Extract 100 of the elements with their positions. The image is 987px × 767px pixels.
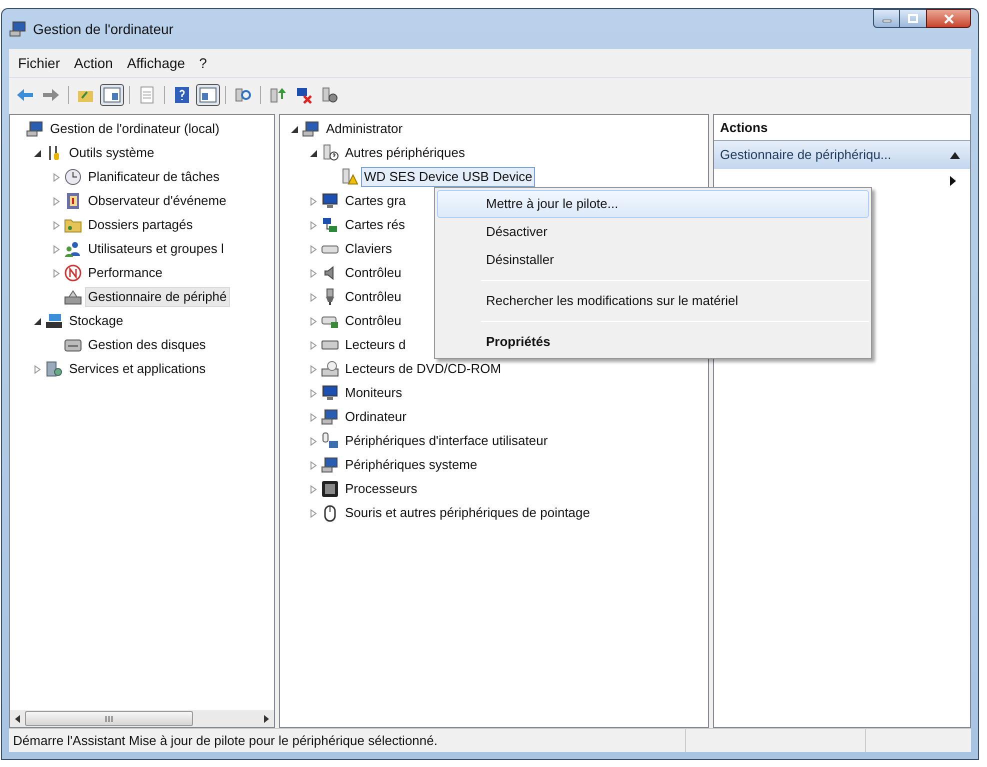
tree-item[interactable]: Lecteurs d <box>342 335 409 355</box>
collapsed-arrow-icon[interactable] <box>309 508 318 518</box>
drive-icon <box>321 340 339 350</box>
collapsed-arrow-icon[interactable] <box>309 388 318 398</box>
computer-icon <box>321 408 339 426</box>
collapsed-arrow-icon[interactable] <box>52 172 61 182</box>
warning-device-icon <box>340 168 358 186</box>
submenu-arrow-icon[interactable] <box>950 176 956 186</box>
pane-icon <box>103 86 121 104</box>
tree-item[interactable]: Claviers <box>342 239 395 259</box>
collapsed-arrow-icon[interactable] <box>309 220 318 230</box>
pane-icon <box>199 86 217 104</box>
scroll-left-icon[interactable] <box>14 714 21 722</box>
collapsed-arrow-icon[interactable] <box>309 484 318 494</box>
monitor-icon <box>321 384 339 402</box>
status-text: Démarre l'Assistant Mise à jour de pilote pour le périphérique sélectionné. <box>12 732 438 750</box>
tree-item[interactable]: Contrôleu <box>342 263 404 283</box>
input-device-icon <box>321 432 339 450</box>
maximize-icon <box>908 14 918 23</box>
tree-item[interactable]: Processeurs <box>342 479 420 499</box>
tree-item[interactable]: Contrôleu <box>342 311 404 331</box>
monitor-icon <box>321 192 339 210</box>
collapsed-arrow-icon[interactable] <box>309 460 318 470</box>
close-button[interactable] <box>926 9 971 28</box>
scroll-right-icon[interactable] <box>263 714 270 722</box>
menu-item[interactable]: Fichier <box>11 52 68 74</box>
expanded-arrow-icon[interactable] <box>290 124 299 134</box>
collapsed-arrow-icon[interactable] <box>52 220 61 230</box>
keyboard-icon <box>321 244 339 254</box>
tree-item[interactable]: Services et applications <box>66 359 209 379</box>
tree-item[interactable]: Administrator <box>323 119 406 139</box>
expanded-arrow-icon[interactable] <box>33 148 42 158</box>
section-title: Gestionnaire de périphériqu... <box>720 146 892 164</box>
context-menu-item[interactable]: Mettre à jour le pilote... <box>437 190 869 218</box>
close-icon <box>942 14 954 24</box>
context-menu-item[interactable]: Rechercher les modifications sur le matériel <box>437 287 869 315</box>
tree-item[interactable]: Souris et autres périphériques de pointage <box>342 503 593 523</box>
tree-item[interactable]: Observateur d'événeme <box>85 191 230 211</box>
toolbar-button[interactable] <box>100 84 124 106</box>
context-menu-item[interactable]: Désinstaller <box>437 246 869 274</box>
collapsed-arrow-icon[interactable] <box>309 340 318 350</box>
minimize-button[interactable] <box>873 9 900 28</box>
collapsed-arrow-icon[interactable] <box>309 244 318 254</box>
tree-item[interactable]: Cartes gra <box>342 191 409 211</box>
tree-item[interactable]: Périphériques d'interface utilisateur <box>342 431 551 451</box>
document-icon <box>138 86 156 104</box>
tree-item[interactable]: Planificateur de tâches <box>85 167 223 187</box>
collapsed-arrow-icon[interactable] <box>309 436 318 446</box>
context-menu-item[interactable]: Propriétés <box>437 328 869 356</box>
collapsed-arrow-icon[interactable] <box>52 196 61 206</box>
collapsed-arrow-icon[interactable] <box>309 364 318 374</box>
tree-item[interactable]: Stockage <box>66 311 126 331</box>
collapsed-arrow-icon[interactable] <box>309 268 318 278</box>
computer-icon <box>321 456 339 474</box>
help-icon <box>173 86 191 104</box>
tree-item[interactable]: WD SES Device USB Device <box>361 167 536 187</box>
context-menu-item[interactable]: Désactiver <box>437 218 869 246</box>
expanded-arrow-icon[interactable] <box>33 316 42 326</box>
horizontal-scrollbar[interactable] <box>10 710 274 727</box>
collapsed-arrow-icon[interactable] <box>33 364 42 374</box>
collapsed-arrow-icon[interactable] <box>309 292 318 302</box>
tree-item[interactable]: Utilisateurs et groupes l <box>85 239 227 259</box>
scroll-thumb[interactable] <box>25 711 193 726</box>
log-book-icon <box>64 192 82 210</box>
tree-item[interactable]: Autres périphériques <box>342 143 468 163</box>
tree-item[interactable]: Gestion de l'ordinateur (local) <box>47 119 222 139</box>
tree-item[interactable]: Gestionnaire de périphé <box>85 287 230 307</box>
tree-item[interactable]: Lecteurs de DVD/CD-ROM <box>342 359 504 379</box>
collapse-arrow-icon[interactable] <box>950 152 960 158</box>
users-icon <box>64 240 82 258</box>
unknown-device-icon <box>321 144 339 162</box>
computer-icon <box>26 120 44 138</box>
maximize-button[interactable] <box>900 9 926 28</box>
toolbar-button[interactable] <box>196 84 220 106</box>
menu-item[interactable]: Action <box>67 52 120 74</box>
tree-item[interactable]: Ordinateur <box>342 407 410 427</box>
storage-icon <box>45 312 63 330</box>
tree-item[interactable]: Performance <box>85 263 166 283</box>
collapsed-arrow-icon[interactable] <box>52 268 61 278</box>
tree-item[interactable]: Outils système <box>66 143 158 163</box>
update-driver-icon <box>269 86 287 104</box>
tree-item[interactable]: Moniteurs <box>342 383 406 403</box>
tree-item[interactable]: Gestion des disques <box>85 335 209 355</box>
tree-item[interactable]: Contrôleu <box>342 287 404 307</box>
expanded-arrow-icon[interactable] <box>309 148 318 158</box>
uninstall-icon <box>295 86 313 104</box>
collapsed-arrow-icon[interactable] <box>52 244 61 254</box>
tree-item[interactable]: Périphériques systeme <box>342 455 480 475</box>
network-icon <box>321 216 339 234</box>
collapsed-arrow-icon[interactable] <box>309 196 318 206</box>
menu-item[interactable]: ? <box>192 52 214 74</box>
tree-item[interactable]: Dossiers partagés <box>85 215 196 235</box>
actions-section[interactable]: Gestionnaire de périphériqu... <box>714 141 970 169</box>
collapsed-arrow-icon[interactable] <box>309 412 318 422</box>
app-icon <box>9 20 27 38</box>
menu-item[interactable]: Affichage <box>120 52 192 74</box>
collapsed-arrow-icon[interactable] <box>309 316 318 326</box>
grip-icon <box>105 716 113 722</box>
computer-icon <box>302 120 320 138</box>
tree-item[interactable]: Cartes rés <box>342 215 408 235</box>
